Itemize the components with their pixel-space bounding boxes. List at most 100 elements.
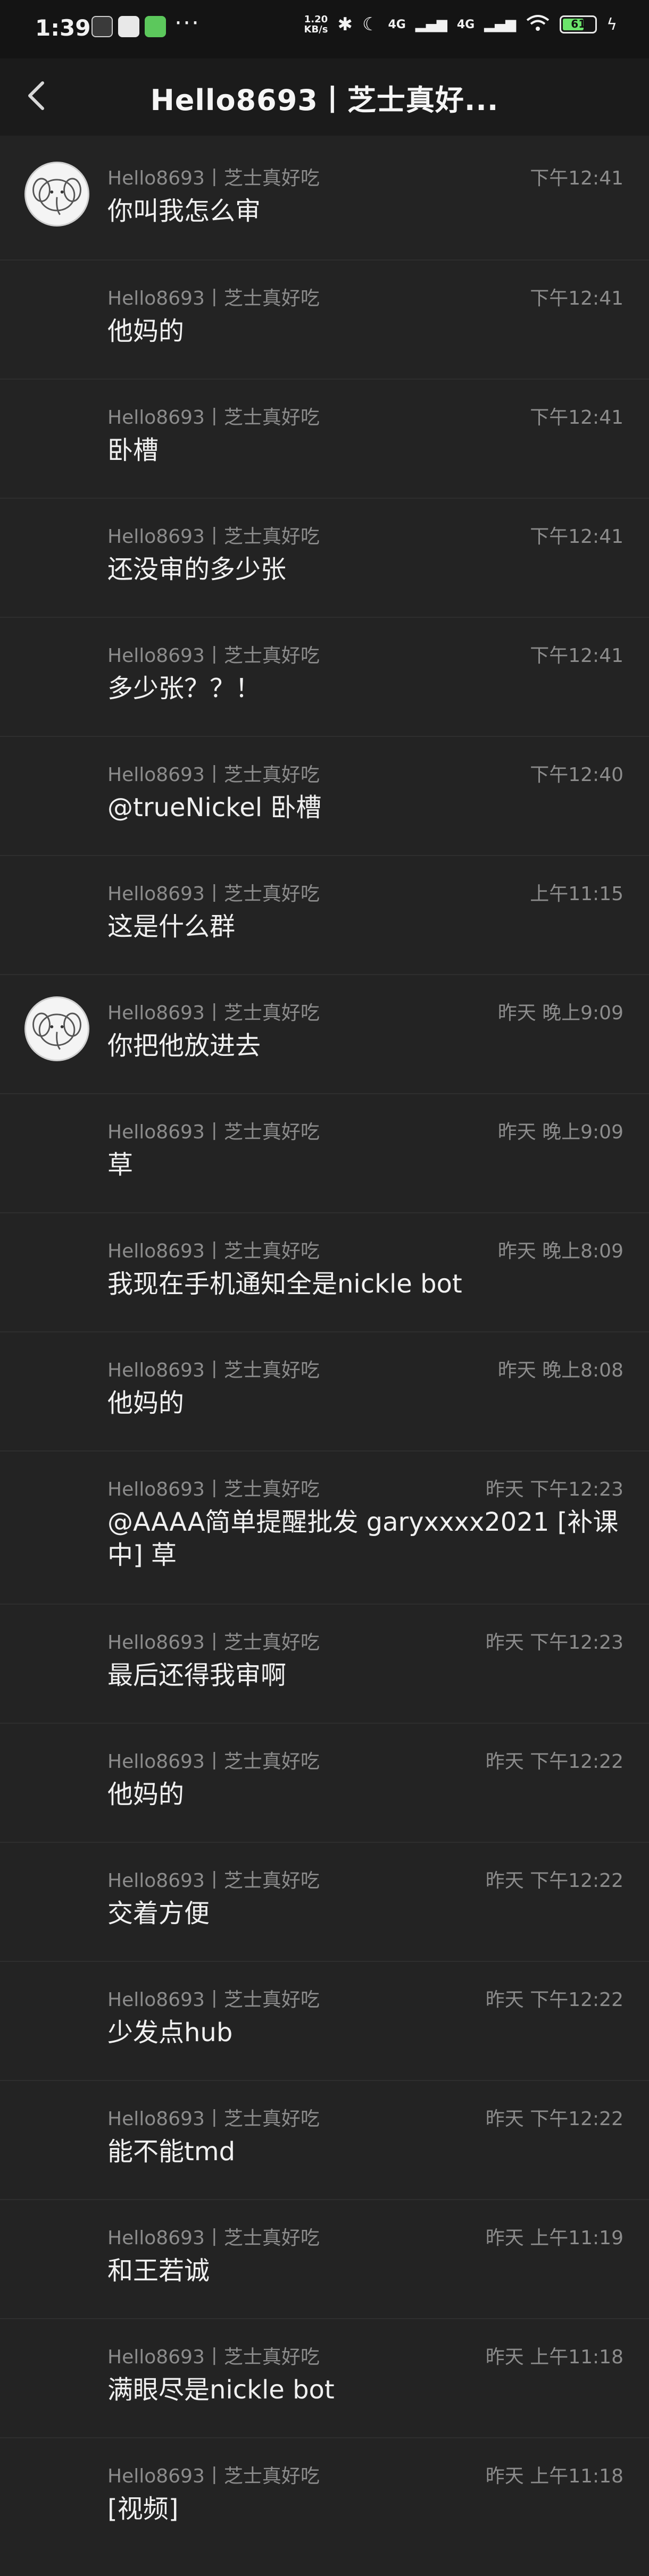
message-sender: Hello8693丨芝士真好吃	[107, 1632, 320, 1654]
chat-header: Hello8693丨芝士真好...	[0, 58, 649, 136]
avatar[interactable]	[24, 162, 89, 226]
message-time: 昨天 下午12:22	[485, 2108, 623, 2130]
message-time: 下午12:40	[530, 764, 623, 786]
charging-app-icon	[145, 16, 166, 37]
message-sender: Hello8693丨芝士真好吃	[107, 407, 320, 429]
profile-notification-icon	[118, 16, 139, 37]
message-sender: Hello8693丨芝士真好吃	[107, 2465, 320, 2487]
status-time: 1:39	[35, 15, 91, 41]
message-time: 昨天 晚上9:09	[497, 1121, 623, 1143]
message-item[interactable]: Hello8693丨芝士真好吃 昨天 下午12:22 他妈的	[0, 1723, 649, 1842]
message-time: 下午12:41	[530, 526, 623, 548]
wifi-icon	[526, 14, 550, 35]
message-item[interactable]: Hello8693丨芝士真好吃 下午12:41 还没审的多少张	[0, 498, 649, 617]
message-item[interactable]: Hello8693丨芝士真好吃 昨天 上午11:19 和王若诚	[0, 2199, 649, 2318]
bluetooth-icon: ✱	[337, 14, 353, 35]
message-time: 昨天 下午12:22	[485, 1751, 623, 1773]
signal-4g-1: 4G	[388, 18, 406, 31]
message-item[interactable]: Hello8693丨芝士真好吃 昨天 上午11:18 满眼尽是nickle bot	[0, 2318, 649, 2437]
message-sender: Hello8693丨芝士真好吃	[107, 1479, 320, 1500]
message-text: [视频]	[107, 2494, 179, 2524]
message-sender: Hello8693丨芝士真好吃	[107, 2346, 320, 2368]
message-sender: Hello8693丨芝士真好吃	[107, 764, 320, 786]
message-sender: Hello8693丨芝士真好吃	[107, 2108, 320, 2130]
avatar[interactable]	[24, 996, 89, 1061]
signal-bars-icon-2: ▂▄▆	[484, 16, 517, 32]
message-text: 最后还得我审啊	[107, 1660, 287, 1690]
message-text: 他妈的	[107, 316, 185, 346]
message-time: 昨天 下午12:23	[485, 1632, 623, 1654]
message-sender: Hello8693丨芝士真好吃	[107, 2227, 320, 2249]
message-text: 他妈的	[107, 1780, 185, 1809]
network-speed: 1.20 KB/s	[304, 14, 328, 35]
message-item[interactable]: Hello8693丨芝士真好吃 昨天 下午12:22 能不能tmd	[0, 2080, 649, 2199]
message-sender: Hello8693丨芝士真好吃	[107, 526, 320, 548]
message-item[interactable]: Hello8693丨芝士真好吃 昨天 下午12:23 @AAAA简单提醒批发 gar…	[0, 1450, 649, 1604]
message-time: 下午12:41	[530, 288, 623, 309]
message-item[interactable]: Hello8693丨芝士真好吃 昨天 下午12:22 交着方便	[0, 1842, 649, 1961]
message-time: 下午12:41	[530, 645, 623, 667]
message-time: 昨天 上午11:19	[485, 2227, 623, 2249]
message-item[interactable]: Hello8693丨芝士真好吃 昨天 晚上9:09 草	[0, 1093, 649, 1212]
message-text: 多少张？？！	[107, 674, 261, 703]
app-notification-icon	[91, 16, 113, 37]
message-text: 你叫我怎么审	[107, 196, 261, 226]
message-time: 昨天 下午12:23	[485, 1479, 623, 1500]
message-text: 还没审的多少张	[107, 555, 287, 584]
message-item[interactable]: Hello8693丨芝士真好吃 昨天 上午11:18 [视频]	[0, 2437, 649, 2556]
message-item[interactable]: Hello8693丨芝士真好吃 下午12:41 你叫我怎么审	[0, 140, 649, 259]
message-text: 我现在手机通知全是nickle bot	[107, 1269, 462, 1299]
message-sender: Hello8693丨芝士真好吃	[107, 167, 320, 189]
message-sender: Hello8693丨芝士真好吃	[107, 883, 320, 905]
battery-level: 61	[571, 18, 586, 30]
status-right-group: 1.20 KB/s ✱ ☾ 4G ▂▄▆ 4G ▂▄▆ 61 ϟ	[304, 14, 618, 35]
message-sender: Hello8693丨芝士真好吃	[107, 1360, 320, 1381]
message-sender: Hello8693丨芝士真好吃	[107, 645, 320, 667]
message-time: 昨天 晚上8:09	[497, 1240, 623, 1262]
message-item[interactable]: Hello8693丨芝士真好吃 下午12:40 @trueNickel 卧槽	[0, 736, 649, 855]
message-text: 和王若诚	[107, 2256, 210, 2286]
message-item[interactable]: Hello8693丨芝士真好吃 昨天 下午12:23 最后还得我审啊	[0, 1604, 649, 1723]
elephant-avatar-icon	[26, 163, 88, 225]
charging-bolt-icon: ϟ	[606, 15, 617, 34]
message-time: 下午12:41	[530, 167, 623, 189]
message-item[interactable]: Hello8693丨芝士真好吃 昨天 晚上8:09 我现在手机通知全是nickle …	[0, 1212, 649, 1331]
message-item[interactable]: Hello8693丨芝士真好吃 昨天 晚上9:09 你把他放进去	[0, 974, 649, 1093]
message-time: 昨天 晚上9:09	[497, 1002, 623, 1024]
message-text: 少发点hub	[107, 2018, 233, 2048]
network-speed-value: 1.20	[304, 14, 328, 25]
message-time: 下午12:41	[530, 407, 623, 429]
message-text: 这是什么群	[107, 912, 236, 942]
message-text: 能不能tmd	[107, 2137, 236, 2167]
message-item[interactable]: Hello8693丨芝士真好吃 昨天 晚上8:08 他妈的	[0, 1331, 649, 1450]
message-time: 昨天 晚上8:08	[497, 1360, 623, 1381]
battery-icon: 61	[560, 15, 597, 33]
message-list[interactable]: Hello8693丨芝士真好吃 下午12:41 你叫我怎么审 Hello8693丨芝士…	[0, 140, 649, 2556]
message-text: 草	[107, 1150, 134, 1180]
message-time: 昨天 下午12:22	[485, 1870, 623, 1892]
message-time: 昨天 下午12:22	[485, 1989, 623, 2011]
message-item[interactable]: Hello8693丨芝士真好吃 上午11:15 这是什么群	[0, 855, 649, 974]
message-text: 卧槽	[107, 435, 159, 465]
message-item[interactable]: Hello8693丨芝士真好吃 昨天 下午12:22 少发点hub	[0, 1961, 649, 2080]
message-sender: Hello8693丨芝士真好吃	[107, 1870, 320, 1892]
message-item[interactable]: Hello8693丨芝士真好吃 下午12:41 卧槽	[0, 379, 649, 498]
message-item[interactable]: Hello8693丨芝士真好吃 下午12:41 他妈的	[0, 259, 649, 379]
message-text: @AAAA简单提醒批发 garyxxxx2021 [补课中] 草	[107, 1507, 619, 1570]
moon-icon: ☾	[362, 14, 379, 35]
message-text: 满眼尽是nickle bot	[107, 2375, 335, 2405]
message-text: 交着方便	[107, 1899, 210, 1928]
signal-bars-icon-1: ▂▄▆	[415, 16, 447, 32]
network-speed-unit: KB/s	[304, 24, 328, 35]
more-notifications-icon: ···	[174, 10, 200, 37]
message-time: 昨天 上午11:18	[485, 2346, 623, 2368]
message-sender: Hello8693丨芝士真好吃	[107, 1751, 320, 1773]
signal-4g-2: 4G	[456, 18, 475, 31]
message-text: @trueNickel 卧槽	[107, 793, 322, 823]
message-sender: Hello8693丨芝士真好吃	[107, 1989, 320, 2011]
message-sender: Hello8693丨芝士真好吃	[107, 1002, 320, 1024]
message-text: 你把他放进去	[107, 1031, 261, 1061]
message-time: 昨天 上午11:18	[485, 2465, 623, 2487]
message-item[interactable]: Hello8693丨芝士真好吃 下午12:41 多少张？？！	[0, 617, 649, 736]
status-bar: 1:39 ··· 1.20 KB/s ✱ ☾ 4G ▂▄▆ 4G ▂▄▆ 61 …	[0, 0, 649, 58]
